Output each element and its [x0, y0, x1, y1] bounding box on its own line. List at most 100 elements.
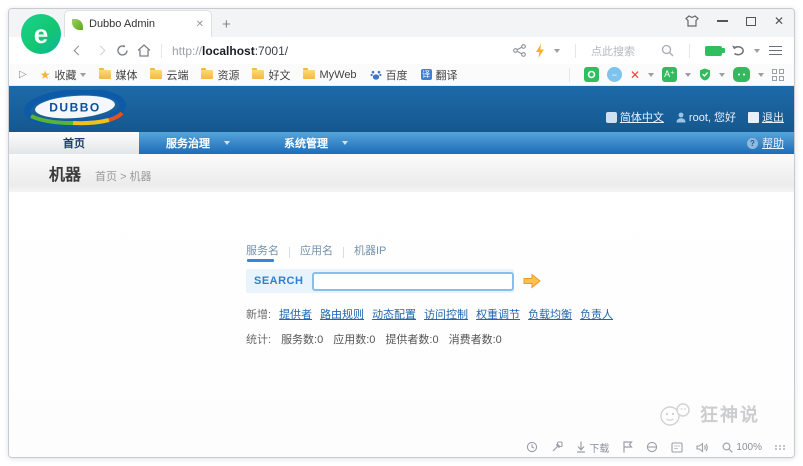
extensions-grid-icon[interactable]: [772, 69, 784, 81]
add-link-load-balance[interactable]: 负载均衡: [528, 306, 572, 322]
browser-logo-icon[interactable]: e: [21, 14, 61, 54]
star-icon: ★: [40, 68, 51, 82]
nav-tab-system-management[interactable]: 系统管理: [257, 132, 375, 154]
logout-label: 退出: [762, 109, 784, 125]
restore-tabs-icon[interactable]: [731, 44, 745, 57]
bookmark-label: 好文: [268, 67, 290, 83]
search-icon[interactable]: [661, 44, 674, 57]
speed-mode-icon[interactable]: [535, 44, 545, 58]
dubbo-header: DUBBO 简体中文 root, 您好 退出: [9, 86, 794, 132]
add-link-owner[interactable]: 负责人: [580, 306, 613, 322]
filter-tab-service-name[interactable]: 服务名: [246, 242, 279, 262]
language-link[interactable]: 简体中文: [606, 109, 664, 125]
search-submit-button[interactable]: [522, 273, 542, 289]
stat-providers: 提供者数:0: [385, 331, 438, 347]
bookmarks-bar: ▷ ★ 收藏 媒体 云端 资源 好文 MyWeb 百度 译 翻译 − ✕ A⁺: [9, 64, 794, 86]
close-window-button[interactable]: ✕: [774, 14, 784, 28]
zoom-icon: [722, 442, 733, 453]
folder-icon: [201, 70, 213, 79]
main-content: 服务名 应用名 机器IP SEARCH 新增: 提供者 路由规则 动态配置: [9, 192, 794, 437]
mute-icon[interactable]: [696, 442, 709, 453]
search-input[interactable]: [312, 272, 514, 291]
speed-mode-dropdown-icon[interactable]: [554, 49, 560, 53]
extension-circle-icon[interactable]: [584, 67, 599, 82]
proxy-icon[interactable]: [551, 441, 563, 453]
spring-leaf-favicon: [72, 19, 83, 30]
menu-icon[interactable]: [769, 46, 782, 56]
stat-services: 服务数:0: [281, 331, 323, 347]
filter-tab-app-name[interactable]: 应用名: [300, 242, 333, 262]
adblock-icon[interactable]: −: [607, 67, 622, 82]
search-label: SEARCH: [254, 275, 303, 287]
forward-button[interactable]: [89, 41, 111, 61]
translate-dropdown-icon: [685, 73, 691, 77]
bookmark-translate[interactable]: 译 翻译: [421, 67, 458, 83]
nav-tab-home[interactable]: 首页: [9, 132, 139, 154]
user-icon: [676, 112, 686, 123]
zoom-control[interactable]: 100%: [722, 442, 762, 453]
quick-search-box[interactable]: 点此搜索: [591, 43, 674, 59]
url-host: localhost: [202, 44, 255, 58]
dubbo-logo[interactable]: DUBBO: [23, 90, 135, 128]
bookmark-folder-cloud[interactable]: 云端: [150, 67, 188, 83]
shield-icon[interactable]: [699, 68, 711, 81]
help-link[interactable]: ? 帮助: [747, 132, 794, 154]
help-icon: ?: [747, 138, 758, 149]
favorites-button[interactable]: ★ 收藏: [40, 67, 87, 83]
browser-tab[interactable]: Dubbo Admin ✕: [64, 10, 212, 37]
skin-icon[interactable]: [685, 15, 699, 27]
history-icon[interactable]: [526, 441, 538, 453]
restore-dropdown-icon[interactable]: [754, 49, 760, 53]
compat-mode-icon[interactable]: [646, 441, 658, 453]
address-bar[interactable]: http://localhost:7001/: [172, 44, 288, 58]
filter-tab-machine-ip[interactable]: 机器IP: [354, 242, 386, 262]
add-link-dynamic-config[interactable]: 动态配置: [372, 306, 416, 322]
url-path: :7001/: [255, 44, 288, 58]
bookmark-folder-myweb[interactable]: MyWeb: [303, 69, 356, 81]
watermark: 狂神说: [656, 401, 760, 427]
home-button[interactable]: [133, 41, 155, 61]
watermark-text: 狂神说: [700, 401, 760, 427]
user-greeting-label: root, 您好: [689, 109, 736, 125]
favorites-label: 收藏: [54, 67, 76, 83]
add-link-access-control[interactable]: 访问控制: [424, 306, 468, 322]
snip-icon[interactable]: ✕: [630, 68, 640, 82]
maximize-button[interactable]: [746, 17, 756, 26]
gamepad-icon[interactable]: [733, 67, 750, 82]
bookmark-label: MyWeb: [319, 69, 356, 81]
refresh-button[interactable]: [111, 41, 133, 61]
snip-dropdown-icon: [648, 73, 654, 77]
watermark-logo-icon: [656, 401, 696, 427]
nav-system-label: 系统管理: [284, 135, 328, 151]
download-label: 下载: [589, 440, 609, 455]
folder-icon: [150, 70, 162, 79]
bookmark-folder-media[interactable]: 媒体: [99, 67, 137, 83]
sidebar-toggle-icon[interactable]: ▷: [19, 69, 27, 80]
bookmark-folder-resources[interactable]: 资源: [201, 67, 239, 83]
app-nav: 首页 服务治理 系统管理 ? 帮助: [9, 132, 794, 154]
power-saver-icon[interactable]: [705, 46, 722, 56]
minimize-button[interactable]: [717, 20, 728, 22]
reading-mode-icon[interactable]: [671, 442, 683, 453]
add-link-weight-adjust[interactable]: 权重调节: [476, 306, 520, 322]
status-bar: 下载 100%: [9, 437, 794, 457]
bookmark-label: 云端: [166, 67, 188, 83]
nav-tab-service-governance[interactable]: 服务治理: [139, 132, 257, 154]
new-tab-button[interactable]: +: [222, 16, 231, 33]
report-flag-icon[interactable]: [622, 441, 633, 453]
stat-applications: 应用数:0: [333, 331, 375, 347]
stat-consumers: 消费者数:0: [449, 331, 502, 347]
tab-close-icon[interactable]: ✕: [196, 19, 204, 30]
gamepad-dropdown-icon: [758, 73, 764, 77]
logout-link[interactable]: 退出: [748, 109, 784, 125]
bookmark-baidu[interactable]: 百度: [370, 67, 408, 83]
translate-extension-icon[interactable]: A⁺: [662, 67, 677, 82]
bookmark-folder-articles[interactable]: 好文: [252, 67, 290, 83]
share-icon[interactable]: [513, 44, 526, 57]
download-button[interactable]: 下载: [576, 440, 609, 455]
bookmark-label: 百度: [386, 67, 408, 83]
add-link-routing-rule[interactable]: 路由规则: [320, 306, 364, 322]
back-button[interactable]: [67, 41, 89, 61]
resize-grip[interactable]: [775, 445, 786, 450]
add-link-provider[interactable]: 提供者: [279, 306, 312, 322]
